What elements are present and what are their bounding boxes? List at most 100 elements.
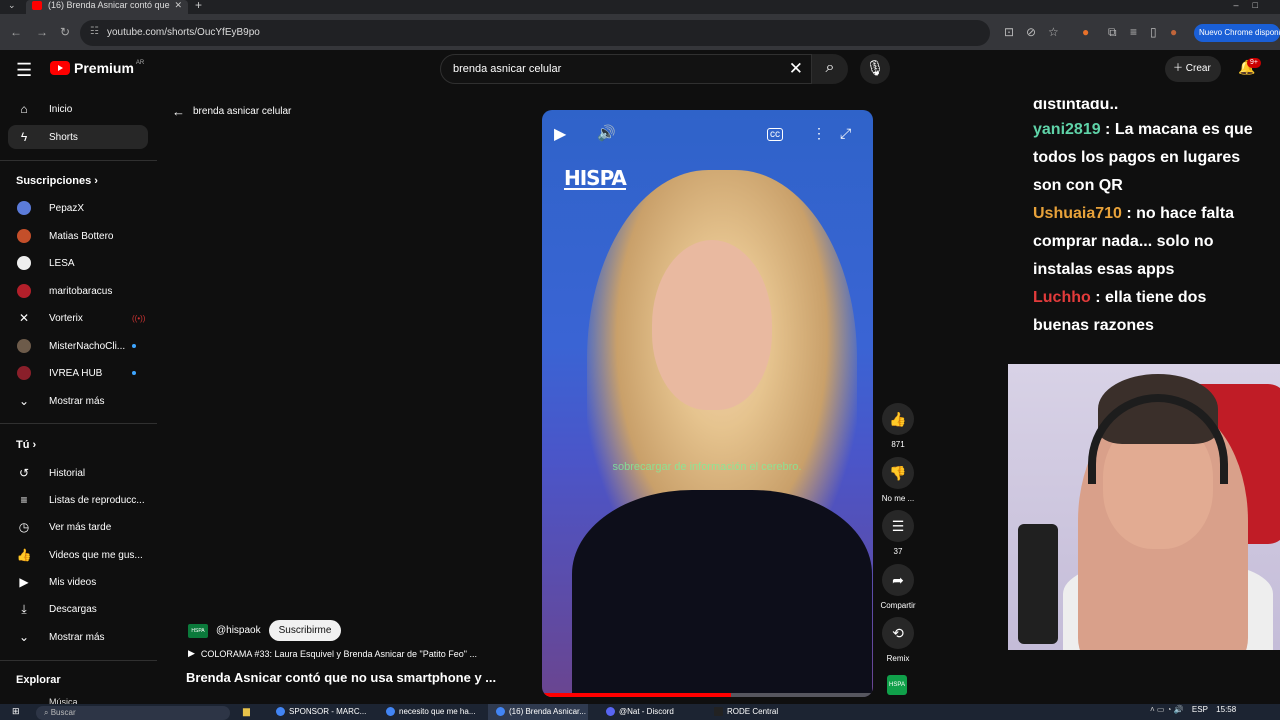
dislike-button[interactable]: 👎 No me ... (878, 457, 918, 503)
sidebar-item-watch-later[interactable]: ◷ Ver más tarde (8, 515, 148, 539)
update-chrome-button[interactable]: Nuevo Chrome disponible (1194, 24, 1280, 42)
back-arrow-icon: ← (172, 104, 185, 119)
taskbar-item[interactable]: necesito que me ha... (386, 707, 476, 716)
chat-message: son con QR (1033, 177, 1123, 194)
url-text[interactable]: youtube.com/shorts/OucYfEyB9po (107, 27, 260, 38)
extension-icon[interactable]: ● (1082, 25, 1089, 39)
back-arrow-icon[interactable]: ← (10, 25, 22, 39)
file-explorer-icon[interactable]: ▆ (243, 706, 250, 717)
channel-handle[interactable]: @hispaok (216, 625, 261, 636)
bookmark-star-icon[interactable]: ☆ (1048, 25, 1059, 39)
sidebar-label: Vorterix (49, 312, 83, 324)
profile-avatar[interactable]: ● (1170, 25, 1177, 39)
volume-icon[interactable]: 🔊 (597, 124, 616, 142)
youtube-premium-logo[interactable]: Premium AR (50, 60, 144, 76)
like-count: 871 (891, 440, 905, 449)
sidebar-item-downloads[interactable]: ⤓ Descargas (8, 597, 148, 621)
sidebar-item-maritobaracus[interactable]: maritobaracus (8, 279, 148, 303)
shorts-video-player[interactable]: ▶ 🔊 cc ⋮ ⤢ HISPA sobrecargar de informac… (542, 110, 873, 697)
more-options-icon[interactable]: ⋮ (812, 125, 826, 142)
like-button[interactable]: 👍 871 (878, 403, 918, 449)
new-tab-button[interactable]: + (195, 0, 202, 11)
sidebar-label: maritobaracus (49, 285, 113, 297)
taskbar-item[interactable]: @Nat - Discord (606, 707, 674, 716)
chevron-right-icon: › (32, 439, 37, 451)
video-face (652, 240, 772, 410)
sidebar-label: Inicio (49, 103, 73, 115)
search-input[interactable]: brenda asnicar celular ✕ (440, 54, 812, 84)
browser-tab[interactable]: (16) Brenda Asnicar contó que ✕ (26, 0, 188, 14)
back-to-search-link[interactable]: ← brenda asnicar celular (172, 104, 291, 119)
windows-start-icon[interactable]: ⊞ (12, 706, 20, 717)
clock-icon: ◷ (18, 520, 30, 534)
sidepanel-icon[interactable]: ▯ (1150, 25, 1157, 39)
forward-arrow-icon[interactable]: → (36, 25, 48, 39)
youtube-favicon-icon (32, 1, 42, 10)
sidebar-item-home[interactable]: ⌂ Inicio (8, 97, 148, 121)
thumbs-up-icon: 👍 (882, 403, 914, 435)
sidebar-item-shorts[interactable]: ϟ Shorts (8, 125, 148, 149)
sidebar-item-playlists[interactable]: ≡ Listas de reproducc... (8, 488, 148, 512)
sidebar-item-matias-bottero[interactable]: Matias Bottero (8, 224, 148, 248)
eye-off-icon[interactable]: ⊘ (1026, 25, 1036, 39)
chat-username: Ushuaia710 (1033, 205, 1122, 222)
create-label: Crear (1185, 63, 1211, 74)
tray-icons: ˄ ▭ ◔ 🔊 (1150, 705, 1186, 714)
related-video-link[interactable]: ▶ COLORAMA #33: Laura Esquivel y Brenda … (188, 648, 477, 659)
chat-message: distintadu.. (1033, 100, 1119, 113)
subscriptions-header[interactable]: Suscripciones › (16, 175, 98, 187)
reload-icon[interactable]: ↻ (60, 25, 70, 39)
you-header[interactable]: Tú › (16, 439, 36, 451)
history-icon: ↺ (18, 466, 30, 480)
channel-avatar[interactable]: HSPA (188, 623, 208, 638)
sidebar-item-history[interactable]: ↺ Historial (8, 461, 148, 485)
sidebar-label: PepazX (49, 202, 85, 214)
taskbar-item[interactable]: SPONSOR - MARC... (276, 707, 366, 716)
browser-tab-bar (0, 0, 1280, 14)
sidebar-item-vorterix[interactable]: ✕ Vorterix ((•)) (8, 306, 148, 330)
fullscreen-icon[interactable]: ⤢ (840, 125, 851, 142)
play-icon[interactable]: ▶ (554, 124, 566, 144)
sidebar-item-liked-videos[interactable]: 👍 Videos que me gus... (8, 543, 148, 567)
remix-button[interactable]: ⟲ Remix (878, 617, 918, 663)
taskbar-search[interactable]: ⌕ Buscar (36, 706, 230, 720)
back-label: brenda asnicar celular (193, 106, 292, 117)
sidebar-item-ivrea-hub[interactable]: IVREA HUB (8, 361, 148, 385)
taskbar-item[interactable]: (16) Brenda Asnicar... (496, 707, 586, 716)
hamburger-menu-icon[interactable]: ☰ (16, 60, 32, 81)
shorts-icon: ϟ (20, 130, 28, 144)
video-title[interactable]: Brenda Asnicar contó que no usa smartpho… (186, 670, 496, 685)
related-video-title: COLORAMA #33: Laura Esquivel y Brenda As… (200, 648, 477, 659)
voice-search-mic-icon[interactable]: 🎙 (860, 54, 890, 84)
create-button[interactable]: ＋ Crear (1165, 56, 1221, 82)
sidebar-show-more[interactable]: ⌄ Mostrar más (8, 389, 148, 413)
address-bar[interactable]: ☷ youtube.com/shorts/OucYfEyB9po (80, 20, 990, 46)
logo-country: AR (135, 60, 145, 66)
thumbs-down-icon: 👎 (882, 457, 914, 489)
install-app-icon[interactable]: ⊡ (1004, 25, 1014, 39)
window-controls[interactable]: –□ (1234, 0, 1272, 10)
sidebar-item-my-videos[interactable]: ▶ Mis videos (8, 570, 148, 594)
sidebar-item-misternachoclips[interactable]: MisterNachoCli... (8, 334, 148, 358)
tab-search-icon[interactable]: ⌄ (8, 0, 16, 11)
extensions-puzzle-icon[interactable]: ⧉ (1108, 25, 1117, 40)
media-controls-icon[interactable]: ≡ (1130, 25, 1137, 39)
captions-icon[interactable]: cc (767, 128, 783, 141)
clear-search-icon[interactable]: ✕ (789, 59, 803, 79)
search-value[interactable]: brenda asnicar celular (453, 63, 561, 75)
channel-thumbnail[interactable]: HSPA (887, 675, 907, 695)
comments-button[interactable]: ☰ 37 (878, 510, 918, 556)
sidebar-item-pepazx[interactable]: PepazX (8, 196, 148, 220)
chat-message: : La macana es que (1100, 121, 1253, 138)
share-button[interactable]: ➦ Compartir (878, 564, 918, 610)
subscribe-button[interactable]: Suscribirme (268, 620, 342, 641)
taskbar-item[interactable]: RODE Central (714, 707, 778, 716)
sidebar-show-more-2[interactable]: ⌄ Mostrar más (8, 625, 148, 649)
sidebar-divider (0, 160, 157, 161)
search-button[interactable]: ⌕ (812, 54, 848, 84)
close-tab-icon[interactable]: ✕ (174, 0, 182, 11)
sidebar-item-lesa[interactable]: LESA (8, 251, 148, 275)
system-tray[interactable]: ˄ ▭ ◔ 🔊 ESP 15:58 (1150, 705, 1236, 714)
chat-message: : ella tiene dos (1090, 289, 1207, 306)
site-info-icon[interactable]: ☷ (90, 26, 99, 37)
